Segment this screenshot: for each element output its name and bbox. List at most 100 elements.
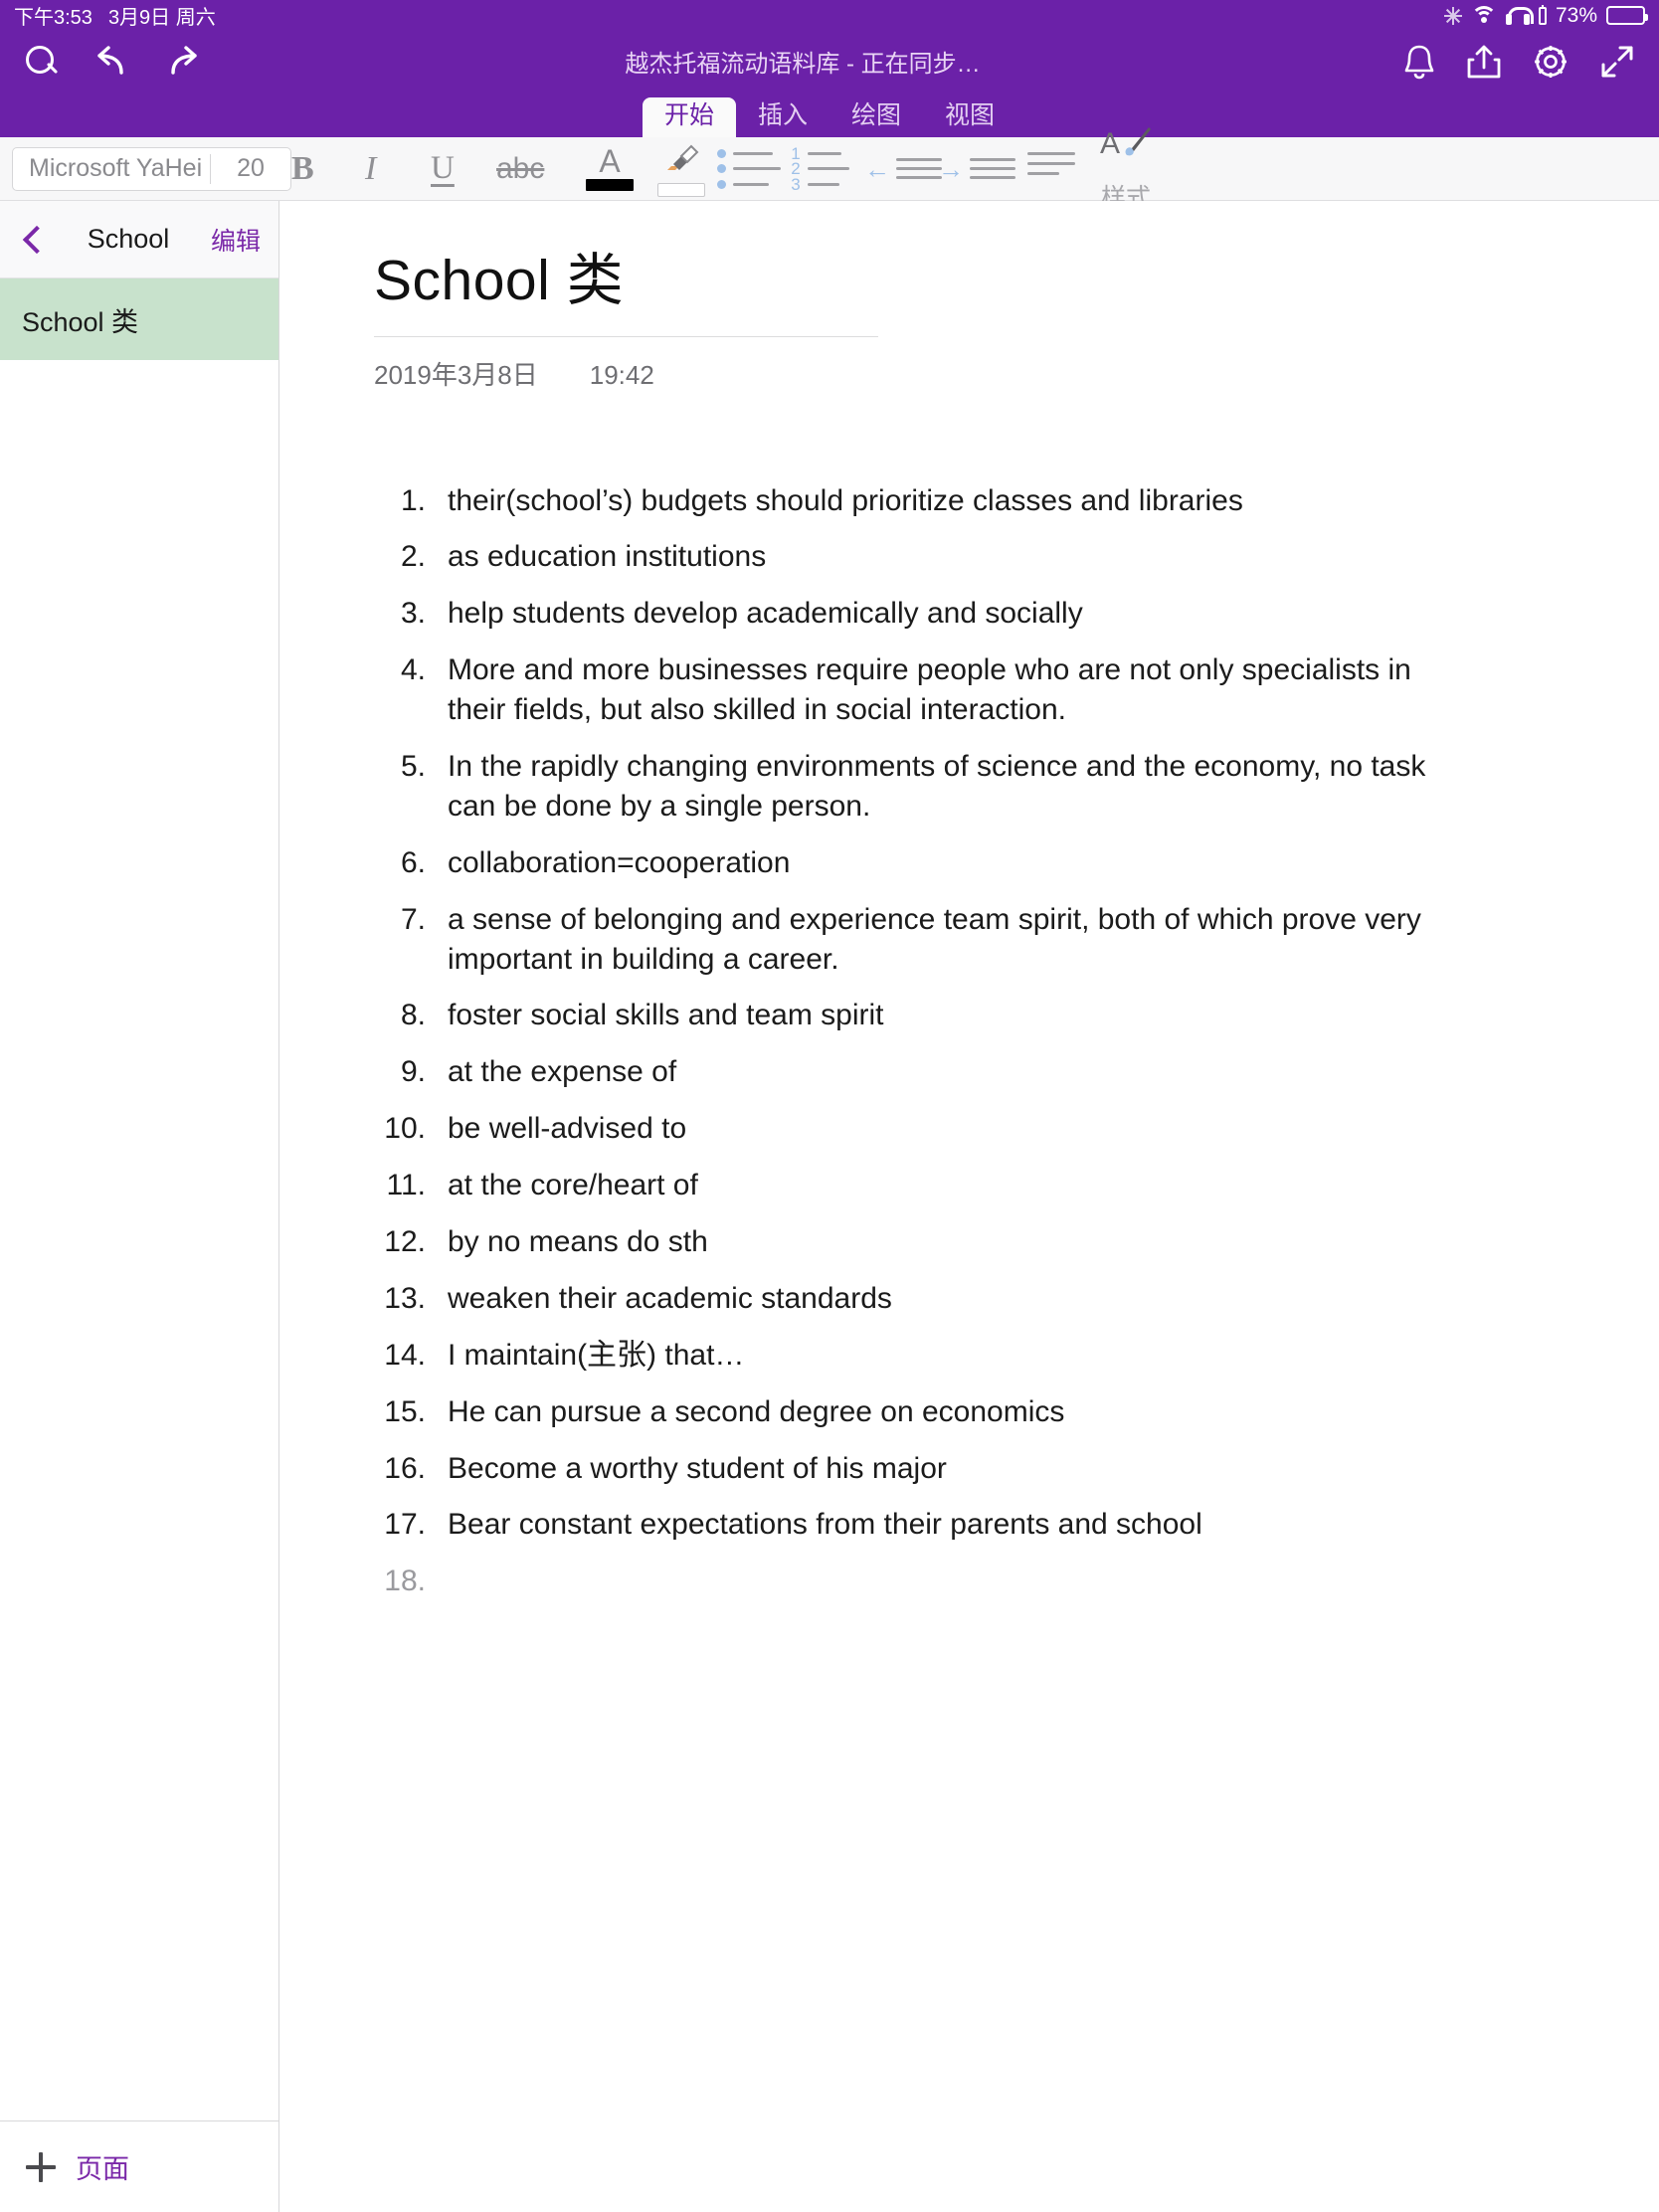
list-item-text[interactable]: help students develop academically and s… [448,594,1083,634]
strikethrough-button[interactable]: abc [496,137,574,201]
list-item-text[interactable]: He can pursue a second degree on economi… [448,1392,1064,1432]
status-bar: 下午3:53 3月9日 周六 73% [0,0,1659,31]
underline-button[interactable]: U [431,137,496,201]
decrease-indent-icon: ← [864,149,942,189]
list-item-text[interactable]: In the rapidly changing environments of … [448,747,1452,827]
list-item-number: 12. [384,1225,426,1259]
list-item[interactable]: 8. foster social skills and team spirit [374,996,1599,1035]
list-item-number: 16. [384,1451,426,1485]
font-color-icon: A [599,142,621,179]
list-digit-3: 3 [791,174,801,194]
gear-icon[interactable] [1532,43,1569,81]
list-item-text[interactable]: More and more businesses require people … [448,650,1452,730]
list-item[interactable]: 17. Bear constant expectations from thei… [374,1505,1599,1545]
list-item-text[interactable]: I maintain(主张) that… [448,1336,744,1376]
list-item-number: 11. [386,1169,426,1202]
pages-sidebar: School 编辑 School 类 页面 [0,201,279,2212]
list-item[interactable]: 13. weaken their academic standards [374,1279,1599,1319]
list-item-number: 7. [400,902,426,936]
tab-view[interactable]: 视图 [923,97,1016,137]
list-item[interactable]: 7. a sense of belonging and experience t… [374,900,1599,980]
list-item[interactable]: 14. I maintain(主张) that… [374,1336,1599,1376]
list-item-text[interactable]: weaken their academic standards [448,1279,892,1319]
styles-button[interactable]: A 样式 [1085,127,1153,212]
page-list-item-school[interactable]: School 类 [0,278,278,360]
list-item-text[interactable]: at the expense of [448,1052,676,1092]
list-item[interactable]: 16. Become a worthy student of his major [374,1449,1599,1489]
header-right-actions [1402,43,1635,81]
list-item-text[interactable]: be well-advised to [448,1109,686,1149]
list-item-number: 8. [400,999,426,1032]
numbered-list-icon: 1 2 3 [791,145,864,193]
battery-icon [1606,6,1648,25]
share-icon[interactable] [1466,43,1502,81]
list-item-text[interactable]: as education institutions [448,537,766,577]
list-item[interactable]: 6. collaboration=cooperation [374,843,1599,883]
tab-insert[interactable]: 插入 [736,97,830,137]
title-divider [374,335,878,337]
list-item-text[interactable]: at the core/heart of [448,1166,698,1205]
align-left-button[interactable] [1012,137,1085,201]
highlighter-icon [659,140,703,179]
numbered-list-button[interactable]: 1 2 3 [791,137,864,201]
list-item[interactable]: 5. In the rapidly changing environments … [374,747,1599,827]
note-canvas[interactable]: School 类 2019年3月8日 19:42 1. their(school… [279,201,1659,2212]
headphones-icon [1505,6,1534,25]
wifi-icon [1470,6,1497,25]
bell-icon[interactable] [1402,43,1436,81]
note-date[interactable]: 2019年3月8日 [374,355,538,392]
chevron-left-icon[interactable] [18,226,46,254]
list-item[interactable]: 12. by no means do sth [374,1222,1599,1262]
list-item[interactable]: 18. [374,1562,1599,1601]
sync-icon [1444,6,1462,25]
bulleted-list-button[interactable] [717,137,791,201]
note-time[interactable]: 19:42 [590,360,654,391]
add-page-button[interactable]: 页面 [0,2120,278,2212]
align-left-icon [1012,151,1085,186]
list-item-text[interactable]: their(school’s) budgets should prioritiz… [448,481,1243,521]
font-color-button[interactable]: A [574,137,645,201]
add-page-label: 页面 [76,2154,129,2184]
list-item-text[interactable]: Become a worthy student of his major [448,1449,947,1489]
list-item[interactable]: 3. help students develop academically an… [374,594,1599,634]
font-color-swatch [586,179,634,192]
list-item[interactable]: 11. at the core/heart of [374,1166,1599,1205]
list-item-number: 4. [400,653,426,687]
italic-button[interactable]: I [365,137,431,201]
list-item-text[interactable]: collaboration=cooperation [448,843,790,883]
bold-button[interactable]: B [291,137,365,201]
font-selector[interactable]: Microsoft YaHei 20 [12,146,291,191]
font-size-value[interactable]: 20 [211,154,290,183]
numbered-note-list[interactable]: 1. their(school’s) budgets should priori… [374,481,1599,1602]
list-item-number: 15. [384,1394,426,1428]
list-item-number: 3. [400,597,426,631]
list-item-text[interactable]: by no means do sth [448,1222,708,1262]
redo-icon[interactable] [163,45,203,79]
italic-label: I [365,149,377,187]
search-icon[interactable] [24,44,60,80]
edit-button[interactable]: 编辑 [211,222,261,258]
tab-draw[interactable]: 绘图 [830,97,923,137]
list-item-text[interactable]: a sense of belonging and experience team… [448,900,1452,980]
list-item-text[interactable]: foster social skills and team spirit [448,996,884,1035]
list-item[interactable]: 2. as education institutions [374,537,1599,577]
expand-icon[interactable] [1599,44,1635,80]
sidebar-empty-space [0,360,278,2120]
styles-icon: A [1099,123,1153,166]
font-name-value[interactable]: Microsoft YaHei [13,154,210,183]
increase-indent-button[interactable]: → [938,137,1015,201]
list-item-text[interactable]: Bear constant expectations from their pa… [448,1505,1202,1545]
page-item-label: School 类 [22,306,139,337]
list-item[interactable]: 15. He can pursue a second degree on eco… [374,1392,1599,1432]
tab-home[interactable]: 开始 [642,97,736,137]
main-content-area: School 编辑 School 类 页面 School 类 2019年3月8日… [0,201,1659,2212]
list-item[interactable]: 1. their(school’s) budgets should priori… [374,481,1599,521]
undo-icon[interactable] [92,45,131,79]
list-item[interactable]: 4. More and more businesses require peop… [374,650,1599,730]
decrease-indent-button[interactable]: ← [864,137,942,201]
highlight-button[interactable] [645,137,717,201]
list-item[interactable]: 10. be well-advised to [374,1109,1599,1149]
list-item[interactable]: 9. at the expense of [374,1052,1599,1092]
page-title[interactable]: School 类 [374,249,1599,314]
list-item-number: 6. [400,845,426,879]
